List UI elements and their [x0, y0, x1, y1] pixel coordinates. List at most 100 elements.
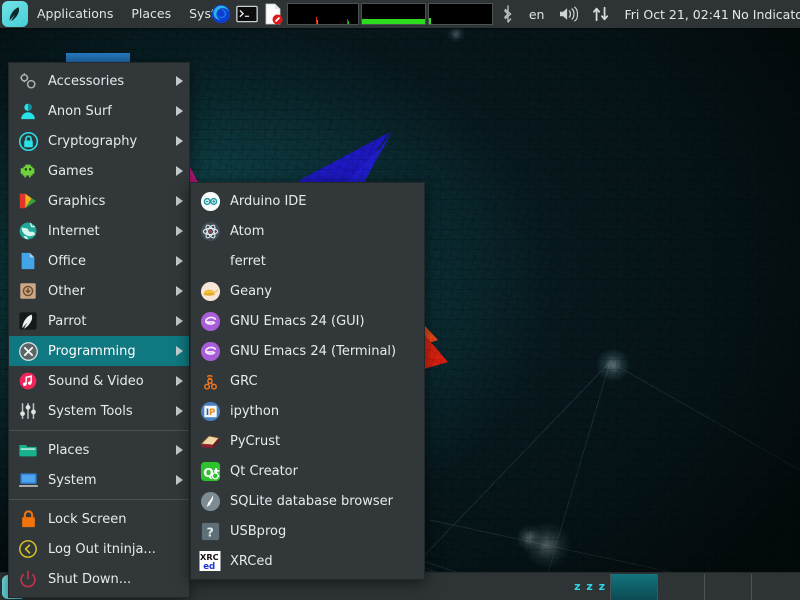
menu-sound-video[interactable]: Sound & Video	[9, 366, 189, 396]
menu-parrot[interactable]: Parrot	[9, 306, 189, 336]
submenu-item-label: ferret	[230, 253, 266, 269]
terminal-launcher[interactable]	[236, 3, 258, 25]
applications-menu[interactable]: Applications	[28, 0, 122, 28]
monitor-icon	[17, 469, 39, 491]
app-pycrust[interactable]: PyCrust	[191, 426, 424, 456]
indicators-label[interactable]: No Indicators	[732, 7, 800, 22]
menu-shut-down[interactable]: Shut Down...	[9, 564, 189, 594]
submenu-item-label: ipython	[230, 403, 280, 419]
music-note-icon	[17, 370, 39, 392]
menu-item-label: Shut Down...	[48, 571, 132, 587]
submenu-item-label: GRC	[230, 373, 258, 389]
submenu-item-label: Arduino IDE	[230, 193, 307, 209]
arduino-icon	[199, 190, 221, 212]
submenu-item-label: Qt Creator	[230, 463, 298, 479]
submenu-item-label: GNU Emacs 24 (Terminal)	[230, 343, 397, 359]
app-ferret[interactable]: ferret	[191, 246, 424, 276]
chevron-right-icon	[176, 475, 183, 485]
firefox-launcher[interactable]	[210, 3, 232, 25]
submenu-item-label: USBprog	[230, 523, 287, 539]
chevron-right-icon	[176, 316, 183, 326]
app-qt-creator[interactable]: Qt Qt Creator	[191, 456, 424, 486]
menu-item-label: Sound & Video	[48, 373, 144, 389]
sleep-indicator[interactable]: z z z	[574, 580, 606, 593]
accessories-icon	[17, 70, 39, 92]
app-atom[interactable]: Atom	[191, 216, 424, 246]
menu-places[interactable]: Places	[9, 435, 189, 465]
menu-separator	[9, 499, 189, 500]
app-geany[interactable]: Geany	[191, 276, 424, 306]
chevron-right-icon	[176, 376, 183, 386]
keyboard-layout-indicator[interactable]: en	[522, 0, 552, 28]
svg-text:?: ?	[206, 524, 213, 539]
volume-icon[interactable]	[551, 0, 585, 28]
bluetooth-icon[interactable]	[494, 0, 522, 28]
network-updown-icon[interactable]	[585, 0, 617, 28]
other-box-icon	[17, 280, 39, 302]
menu-other[interactable]: Other	[9, 276, 189, 306]
emacs-icon	[199, 340, 221, 362]
ipython-icon: I P	[199, 400, 221, 422]
menu-games[interactable]: Games	[9, 156, 189, 186]
xrced-icon: XRC ed	[199, 550, 221, 572]
grc-icon	[199, 370, 221, 392]
menu-lock-screen[interactable]: Lock Screen	[9, 504, 189, 534]
submenu-item-label: Atom	[230, 223, 265, 239]
app-xrced[interactable]: XRC ed XRCed	[191, 546, 424, 576]
lock-circle-icon	[17, 130, 39, 152]
app-sqlite-browser[interactable]: SQLite database browser	[191, 486, 424, 516]
menu-item-label: Parrot	[48, 313, 87, 329]
menu-cryptography[interactable]: Cryptography	[9, 126, 189, 156]
folder-icon	[17, 439, 39, 461]
app-ipython[interactable]: I P ipython	[191, 396, 424, 426]
parrot-start-icon[interactable]	[2, 1, 28, 27]
clock[interactable]: Fri Oct 21, 02:41	[624, 7, 728, 22]
graphics-icon	[17, 190, 39, 212]
places-menu[interactable]: Places	[122, 0, 180, 28]
workspace-3[interactable]	[704, 573, 751, 600]
chevron-right-icon	[176, 346, 183, 356]
menu-item-label: Cryptography	[48, 133, 138, 149]
network-graph-applet[interactable]	[360, 3, 426, 25]
text-editor-launcher[interactable]	[262, 3, 284, 25]
menu-accessories[interactable]: Accessories	[9, 66, 189, 96]
chevron-right-icon	[176, 136, 183, 146]
menu-system-tools[interactable]: System Tools	[9, 396, 189, 426]
menu-item-label: Graphics	[48, 193, 106, 209]
memory-graph-applet[interactable]	[427, 3, 493, 25]
usbprog-icon: ?	[199, 520, 221, 542]
app-emacs-terminal[interactable]: GNU Emacs 24 (Terminal)	[191, 336, 424, 366]
menu-item-label: Games	[48, 163, 94, 179]
chevron-right-icon	[176, 226, 183, 236]
menu-graphics[interactable]: Graphics	[9, 186, 189, 216]
svg-text:XRC: XRC	[200, 552, 219, 562]
menu-separator	[9, 430, 189, 431]
svg-text:P: P	[208, 407, 214, 417]
atom-icon	[199, 220, 221, 242]
workspace-switcher	[610, 573, 798, 600]
submenu-item-label: SQLite database browser	[230, 493, 393, 509]
workspace-4[interactable]	[751, 573, 798, 600]
workspace-1[interactable]	[610, 573, 657, 600]
menu-programming[interactable]: Programming	[9, 336, 189, 366]
menu-internet[interactable]: Internet	[9, 216, 189, 246]
app-emacs-gui[interactable]: GNU Emacs 24 (GUI)	[191, 306, 424, 336]
chevron-right-icon	[176, 256, 183, 266]
chevron-right-icon	[176, 445, 183, 455]
menu-item-label: Lock Screen	[48, 511, 127, 527]
programming-icon	[17, 340, 39, 362]
app-grc[interactable]: GRC	[191, 366, 424, 396]
system-tray: en Fri Oct 21, 02:41 No Indicators	[494, 0, 800, 28]
menu-system[interactable]: System	[9, 465, 189, 495]
top-panel: Applications Places Syst en Fri Oct 21, …	[0, 0, 800, 28]
menu-anon-surf[interactable]: Anon Surf	[9, 96, 189, 126]
menu-item-label: Programming	[48, 343, 136, 359]
menu-log-out[interactable]: Log Out itninja...	[9, 534, 189, 564]
chevron-right-icon	[176, 196, 183, 206]
app-arduino-ide[interactable]: Arduino IDE	[191, 186, 424, 216]
workspace-2[interactable]	[657, 573, 704, 600]
menu-office[interactable]: Office	[9, 246, 189, 276]
geany-lamp-icon	[199, 280, 221, 302]
app-usbprog[interactable]: ? USBprog	[191, 516, 424, 546]
cpu-graph-applet[interactable]	[286, 3, 359, 25]
